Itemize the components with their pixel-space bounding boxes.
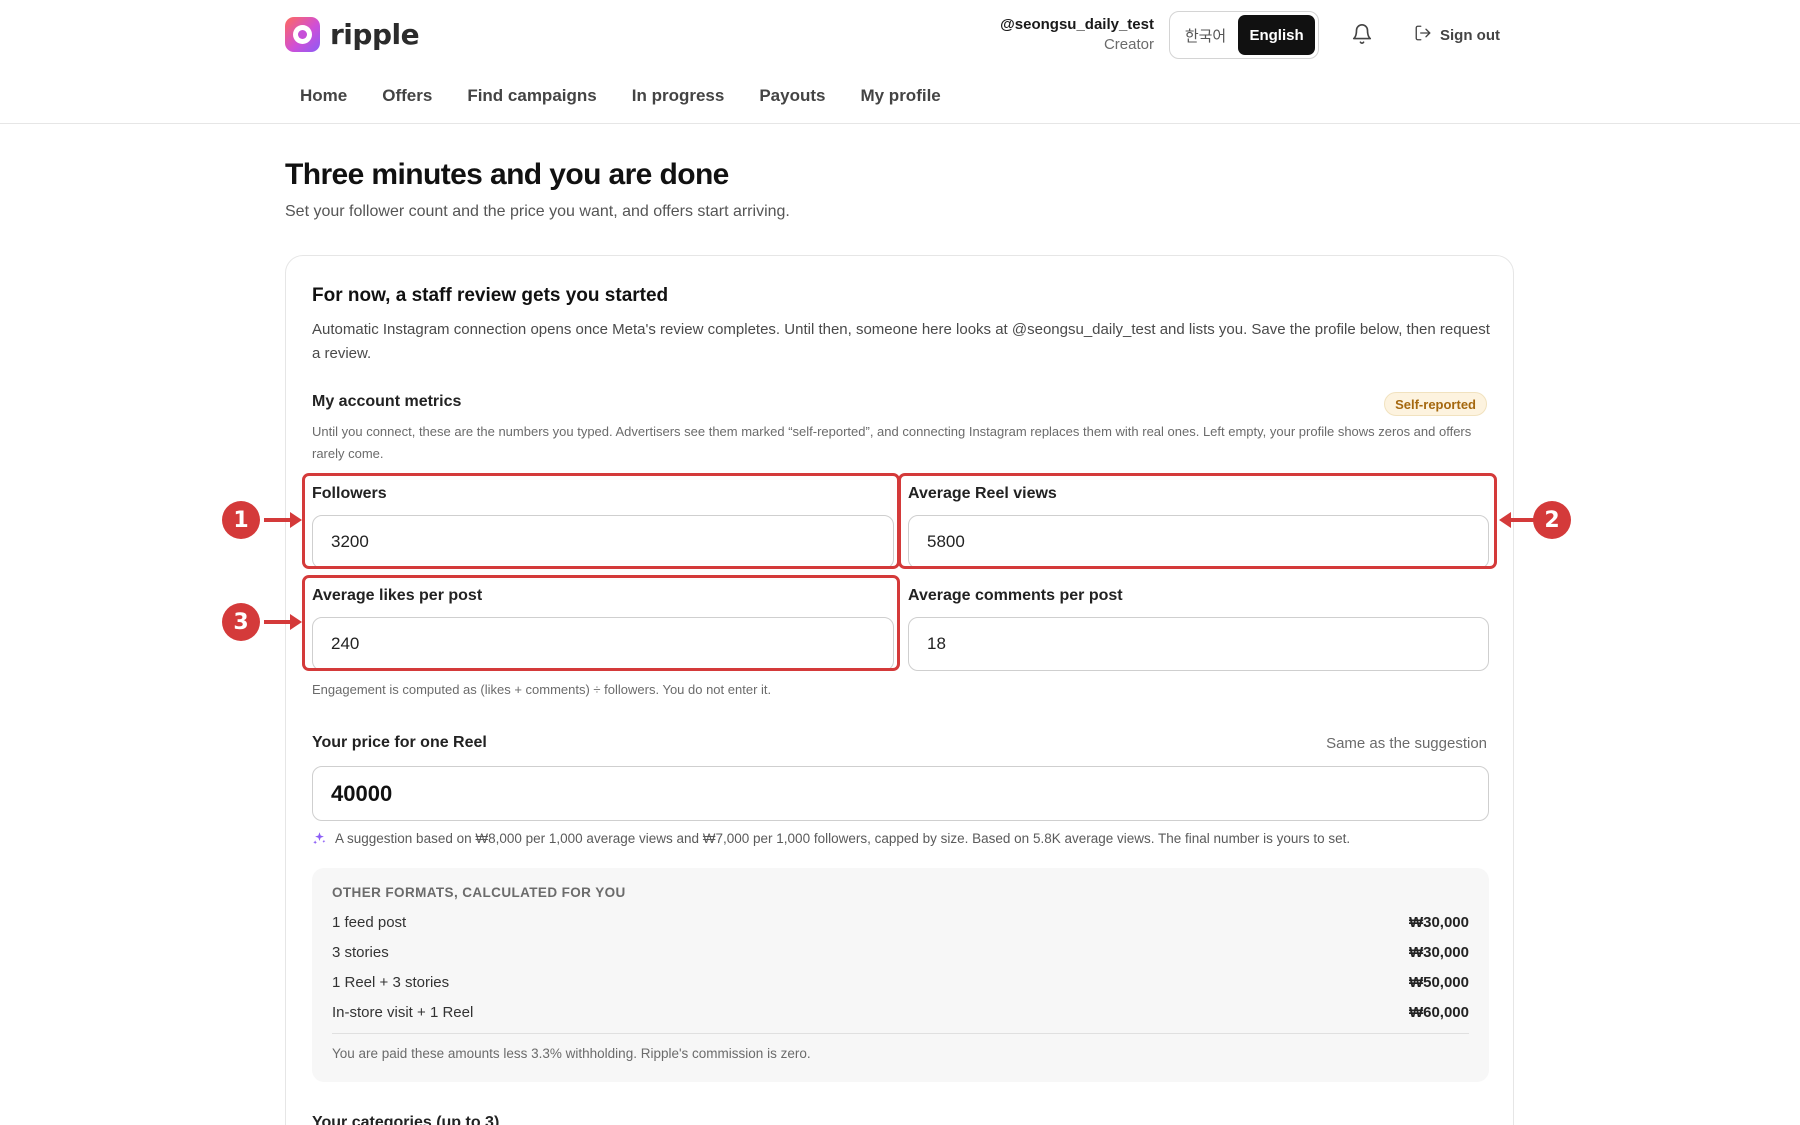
- annotation-highlight-reel-views: [898, 473, 1497, 569]
- format-row: In-store visit + 1 Reel ₩60,000: [332, 1004, 1469, 1021]
- format-price: ₩30,000: [1408, 914, 1469, 931]
- formats-heading: OTHER FORMATS, CALCULATED FOR YOU: [332, 885, 626, 900]
- logo-text: ripple: [330, 18, 420, 51]
- other-formats-panel: OTHER FORMATS, CALCULATED FOR YOU 1 feed…: [312, 868, 1489, 1082]
- categories-title: Your categories (up to 3): [312, 1114, 500, 1125]
- annotation-marker-1: 1: [222, 501, 260, 539]
- reel-price-input[interactable]: 40000: [312, 766, 1489, 821]
- card-title: For now, a staff review gets you started: [312, 285, 669, 306]
- language-toggle: 한국어 English: [1169, 11, 1319, 59]
- annotation-highlight-followers: [302, 473, 900, 569]
- bell-icon[interactable]: [1351, 23, 1373, 45]
- ripple-logo[interactable]: ripple: [285, 17, 420, 52]
- annotation-marker-3: 3: [222, 603, 260, 641]
- formats-divider: [332, 1033, 1469, 1034]
- price-suggestion: A suggestion based on ₩8,000 per 1,000 a…: [312, 831, 1350, 846]
- card-description: Automatic Instagram connection opens onc…: [312, 321, 1490, 362]
- price-status: Same as the suggestion: [1326, 735, 1487, 752]
- nav-home[interactable]: Home: [300, 86, 347, 106]
- user-role: Creator: [1103, 36, 1154, 53]
- metrics-description: Until you connect, these are the numbers…: [312, 424, 1472, 461]
- format-name: 1 Reel + 3 stories: [332, 974, 450, 991]
- language-korean-button[interactable]: 한국어: [1173, 15, 1238, 55]
- format-name: In-store visit + 1 Reel: [332, 1004, 474, 1021]
- comments-input[interactable]: 18: [908, 617, 1489, 671]
- sign-out-label: Sign out: [1440, 26, 1500, 44]
- engagement-note: Engagement is computed as (likes + comme…: [312, 682, 772, 697]
- ripple-logo-icon: [285, 17, 320, 52]
- nav-in-progress[interactable]: In progress: [632, 86, 725, 106]
- format-row: 3 stories ₩30,000: [332, 944, 1469, 961]
- format-price: ₩50,000: [1408, 974, 1469, 991]
- self-reported-badge: Self-reported: [1384, 392, 1487, 416]
- sign-out-button[interactable]: Sign out: [1414, 24, 1500, 46]
- nav-find-campaigns[interactable]: Find campaigns: [467, 86, 596, 106]
- metrics-section-title: My account metrics: [312, 393, 462, 410]
- format-name: 1 feed post: [332, 914, 407, 931]
- nav-offers[interactable]: Offers: [382, 86, 432, 106]
- user-info: @seongsu_daily_test Creator: [1000, 16, 1154, 53]
- format-price: ₩30,000: [1408, 944, 1469, 961]
- format-price: ₩60,000: [1408, 1004, 1469, 1021]
- sign-out-icon: [1414, 24, 1432, 46]
- suggestion-text: A suggestion based on ₩8,000 per 1,000 a…: [335, 831, 1351, 846]
- format-row: 1 feed post ₩30,000: [332, 914, 1469, 931]
- sparkle-icon: [312, 831, 327, 846]
- nav-my-profile[interactable]: My profile: [860, 86, 940, 106]
- nav-payouts[interactable]: Payouts: [759, 86, 825, 106]
- annotation-highlight-likes: [302, 575, 900, 671]
- page-subtitle: Set your follower count and the price yo…: [285, 203, 790, 220]
- annotation-arrow-1: [264, 512, 302, 528]
- page-title: Three minutes and you are done: [285, 158, 729, 191]
- onboarding-card: For now, a staff review gets you started…: [285, 255, 1514, 1125]
- top-bar: ripple @seongsu_daily_test Creator 한국어 E…: [0, 0, 1800, 124]
- language-english-button[interactable]: English: [1238, 15, 1315, 55]
- comments-label: Average comments per post: [908, 587, 1123, 604]
- annotation-arrow-3: [264, 614, 302, 630]
- format-row: 1 Reel + 3 stories ₩50,000: [332, 974, 1469, 991]
- main-nav: Home Offers Find campaigns In progress P…: [300, 86, 941, 106]
- formats-footnote: You are paid these amounts less 3.3% wit…: [332, 1046, 811, 1061]
- user-handle: @seongsu_daily_test: [1000, 16, 1154, 33]
- price-label: Your price for one Reel: [312, 734, 487, 751]
- annotation-arrow-2: [1499, 512, 1537, 528]
- format-name: 3 stories: [332, 944, 389, 961]
